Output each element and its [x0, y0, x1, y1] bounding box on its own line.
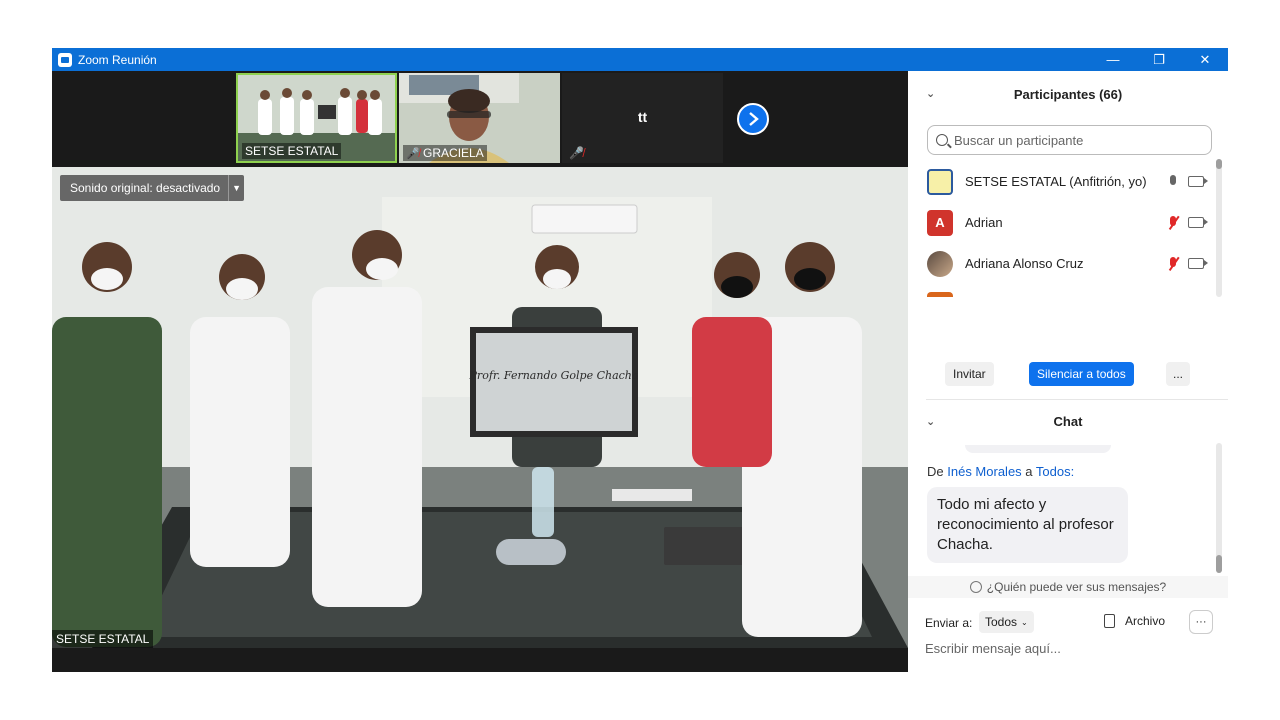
meeting-room-video-frame: Profr. Fernando Golpe Chacha: [52, 167, 908, 648]
from-prefix: De: [927, 464, 944, 479]
window-controls: — ❐ ✕: [1090, 48, 1228, 71]
avatar: [927, 250, 953, 277]
participants-header: ⌄ Participantes (66): [908, 71, 1228, 117]
participant-name: Adriana Alonso Cruz: [965, 256, 1084, 271]
person-icon: [969, 581, 982, 593]
chat-scrollbar[interactable]: [1216, 443, 1222, 573]
divider: [926, 399, 1228, 400]
participant-name: Adrian: [965, 215, 1003, 230]
recipient-value: Todos: [985, 615, 1018, 629]
who-can-see-label: ¿Quién puede ver sus mensajes?: [986, 580, 1167, 594]
muted-microphone-icon[interactable]: [1168, 215, 1178, 230]
participant-controls: [1168, 174, 1208, 189]
more-options-button[interactable]: ...: [1166, 362, 1190, 386]
search-icon: [936, 134, 948, 146]
avatar: A: [927, 209, 953, 236]
chevron-down-icon[interactable]: ⌄: [926, 87, 935, 100]
minimize-button[interactable]: —: [1090, 48, 1136, 71]
send-to-row: Enviar a: Todos ⌄ Archivo ···: [908, 610, 1228, 634]
scrollbar-thumb[interactable]: [1216, 555, 1222, 573]
thumbnail-name: 🎤̸ GRACIELA: [403, 145, 487, 161]
avatar: [927, 291, 953, 297]
window-title: Zoom Reunión: [78, 52, 157, 67]
send-to-label: Enviar a:: [925, 616, 973, 630]
mute-all-button[interactable]: Silenciar a todos: [1029, 362, 1134, 386]
zoom-logo-icon: [58, 52, 72, 67]
participant-row[interactable]: A Adrian: [908, 202, 1220, 243]
participant-controls: [1168, 215, 1208, 230]
chevron-down-icon: ⌄: [1021, 617, 1028, 627]
chevron-down-icon[interactable]: ▼: [228, 175, 244, 201]
close-button[interactable]: ✕: [1182, 48, 1228, 71]
scrollbar-thumb[interactable]: [1216, 159, 1222, 169]
title-bar: Zoom Reunión — ❐ ✕: [52, 48, 1228, 71]
gallery-strip: SETSE ESTATAL 🎤̸ GRACIELA tt 🎤̸: [52, 71, 908, 167]
video-camera-icon[interactable]: [1188, 217, 1208, 228]
video-camera-icon[interactable]: [1188, 258, 1208, 269]
participant-actions: Invitar Silenciar a todos ...: [908, 362, 1228, 386]
sender-name: Inés Morales: [947, 464, 1022, 479]
zoom-window: Zoom Reunión — ❐ ✕ SETSE ESTATAL 🎤̸ GRAC…: [52, 48, 1228, 672]
participant-search-input[interactable]: Buscar un participante: [927, 125, 1212, 155]
participant-list[interactable]: SETSE ESTATAL (Anfitrión, yo) A Adrian A…: [908, 161, 1220, 297]
original-sound-toggle[interactable]: Sonido original: desactivado ▼: [60, 175, 245, 201]
chat-more-button[interactable]: ···: [1189, 610, 1213, 634]
previous-message-bubble: [965, 445, 1111, 453]
video-thumbnail[interactable]: SETSE ESTATAL: [236, 73, 397, 163]
chevron-right-icon: [749, 112, 759, 126]
search-placeholder: Buscar un participante: [954, 132, 1084, 148]
original-sound-label: Sonido original: desactivado: [70, 181, 221, 195]
participant-controls: [1168, 256, 1208, 271]
video-thumbnail[interactable]: tt 🎤̸: [562, 73, 723, 163]
chat-title: Chat: [1053, 413, 1083, 429]
participant-row[interactable]: SETSE ESTATAL (Anfitrión, yo): [908, 161, 1220, 202]
muted-mic-icon: 🎤̸: [406, 148, 420, 160]
invite-button[interactable]: Invitar: [945, 362, 994, 386]
chat-header: ⌄ Chat: [908, 401, 1228, 441]
participant-row[interactable]: Adriana Alonso Cruz: [908, 243, 1220, 284]
participant-scrollbar[interactable]: [1216, 159, 1222, 297]
file-label: Archivo: [1125, 614, 1166, 628]
file-icon: [1104, 614, 1115, 628]
participant-row[interactable]: [908, 284, 1220, 297]
video-area: SETSE ESTATAL 🎤̸ GRACIELA tt 🎤̸ Profr. F…: [52, 71, 908, 672]
chat-message-bubble: Todo mi afecto y reconocimiento al profe…: [927, 487, 1128, 563]
speaker-name-label: SETSE ESTATAL: [52, 630, 154, 648]
next-page-button[interactable]: [737, 103, 769, 135]
video-camera-icon[interactable]: [1188, 176, 1208, 187]
thumbnail-name: SETSE ESTATAL: [242, 143, 342, 159]
recipient-name: Todos:: [1035, 464, 1075, 479]
microphone-icon[interactable]: [1168, 174, 1178, 189]
active-speaker-video[interactable]: Profr. Fernando Golpe Chacha Sonido orig…: [52, 167, 908, 648]
muted-microphone-icon[interactable]: [1168, 256, 1178, 271]
chat-message-input[interactable]: Escribir mensaje aquí...: [925, 641, 1061, 656]
message-sender-line: De Inés Morales a Todos:: [927, 464, 1074, 479]
avatar: [927, 168, 953, 195]
restore-button[interactable]: ❐: [1136, 48, 1182, 71]
chat-messages[interactable]: De Inés Morales a Todos: Todo mi afecto …: [908, 443, 1228, 573]
participant-name: SETSE ESTATAL (Anfitrión, yo): [965, 174, 1147, 189]
who-can-see-link[interactable]: ¿Quién puede ver sus mensajes?: [908, 576, 1228, 598]
thumbnail-initials: tt: [637, 109, 648, 125]
participants-title: Participantes (66): [1013, 86, 1123, 102]
video-thumbnail[interactable]: 🎤̸ GRACIELA: [399, 73, 560, 163]
muted-mic-icon: 🎤̸: [569, 146, 584, 160]
plaque-text: Profr. Fernando Golpe Chacha: [469, 369, 639, 382]
file-button[interactable]: Archivo: [1104, 614, 1165, 628]
chevron-down-icon[interactable]: ⌄: [926, 415, 935, 428]
recipient-select[interactable]: Todos ⌄: [979, 611, 1034, 633]
side-panel: ⌄ Participantes (66) Buscar un participa…: [908, 71, 1228, 672]
to-word: a: [1025, 464, 1033, 479]
